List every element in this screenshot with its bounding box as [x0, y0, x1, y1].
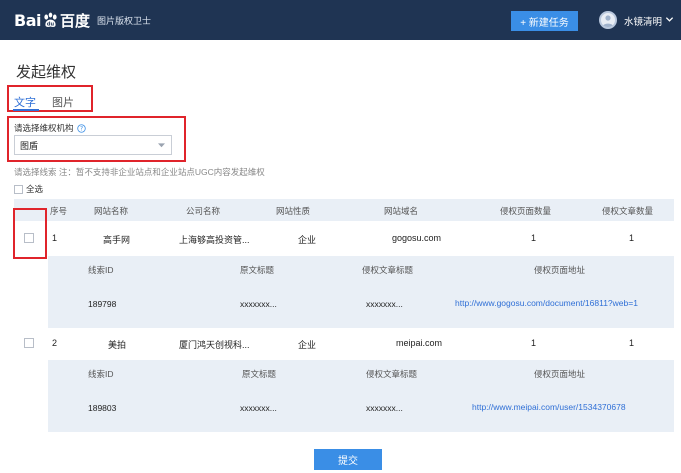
svg-text:du: du [47, 21, 55, 27]
row-checkbox[interactable] [24, 338, 34, 348]
page-title: 发起维权 [16, 64, 77, 81]
row-domain: gogosu.com [392, 233, 442, 243]
submit-button[interactable]: 提交 [314, 449, 382, 470]
header-page-count: 侵权页面数量 [500, 206, 552, 216]
detail-header-clue-id: 线索ID [88, 265, 114, 275]
header-company: 公司名称 [186, 206, 221, 216]
paw-icon: du [44, 12, 57, 27]
user-avatar-icon [602, 15, 614, 27]
row-detail: 线索ID 原文标题 侵权文章标题 侵权页面地址 189803 xxxxxxx..… [48, 360, 674, 432]
chevron-down-icon[interactable] [665, 15, 674, 24]
detail-original-title: xxxxxxx... [240, 403, 277, 413]
row-site-name: 高手网 [103, 235, 131, 245]
detail-clue-id: 189798 [88, 299, 117, 309]
select-all-label: 全选 [26, 184, 44, 194]
row-page-count: 1 [531, 338, 537, 348]
logo-text-bai: Bai [14, 10, 41, 30]
row-nature: 企业 [298, 340, 317, 350]
header-domain: 网站域名 [384, 206, 419, 216]
row-detail: 线索ID 原文标题 侵权文章标题 侵权页面地址 189798 xxxxxxx..… [48, 256, 674, 328]
org-select[interactable]: 图盾 [14, 135, 172, 155]
header-article-count: 侵权文章数量 [602, 206, 654, 216]
baidu-logo[interactable]: Bai du 百度 图片版权卫士 [14, 9, 151, 31]
svg-text:?: ? [79, 126, 82, 132]
detail-header-original-title: 原文标题 [240, 265, 275, 275]
table-header: 序号 网站名称 公司名称 网站性质 网站域名 侵权页面数量 侵权文章数量 [14, 199, 674, 221]
detail-header-infringing-title: 侵权文章标题 [362, 265, 414, 275]
tab-text[interactable]: 文字 [14, 94, 36, 110]
top-header: Bai du 百度 图片版权卫士 + 新建任务 水镜清明 [0, 0, 681, 40]
detail-header-url: 侵权页面地址 [534, 369, 586, 379]
org-label-text: 请选择维权机构 [14, 123, 74, 133]
header-nature: 网站性质 [276, 206, 311, 216]
header-site-name: 网站名称 [94, 206, 129, 216]
detail-header-original-title: 原文标题 [242, 369, 277, 379]
row-domain: meipai.com [396, 338, 443, 348]
header-index: 序号 [50, 206, 68, 216]
avatar[interactable] [599, 11, 617, 29]
detail-original-title: xxxxxxx... [240, 299, 277, 309]
row-site-name: 美拍 [108, 340, 127, 350]
caret-down-icon [158, 143, 165, 148]
active-tab-underline [13, 109, 39, 111]
detail-url-link[interactable]: http://www.gogosu.com/document/16811?web… [455, 298, 638, 308]
row-index: 2 [52, 338, 58, 348]
detail-header-url: 侵权页面地址 [534, 265, 586, 275]
row-index: 1 [52, 233, 58, 243]
detail-header-infringing-title: 侵权文章标题 [366, 369, 418, 379]
row-article-count: 1 [629, 233, 635, 243]
logo-text-du: 百度 [59, 12, 90, 30]
app-name: 图片版权卫士 [97, 15, 152, 26]
table-row[interactable]: 2 美拍 厦门鸿天创视科... 企业 meipai.com 1 1 [14, 328, 674, 358]
select-all-checkbox[interactable] [14, 184, 23, 194]
tab-image[interactable]: 图片 [52, 94, 74, 110]
row-nature: 企业 [298, 235, 317, 245]
row-page-count: 1 [531, 233, 537, 243]
row-checkbox[interactable] [24, 233, 34, 243]
org-label: 请选择维权机构 ? [14, 122, 86, 134]
row-article-count: 1 [629, 338, 635, 348]
select-all[interactable]: 全选 [14, 183, 43, 195]
detail-url-link[interactable]: http://www.meipai.com/user/1534370678 [472, 402, 626, 412]
new-task-button[interactable]: + 新建任务 [511, 11, 578, 31]
clue-hint: 请选择线索 注：暂不支持非企业站点和企业站点UGC内容发起维权 [14, 167, 265, 177]
row-company: 上海够高投资管... [179, 235, 250, 245]
help-icon[interactable]: ? [76, 123, 86, 133]
table-row[interactable]: 1 高手网 上海够高投资管... 企业 gogosu.com 1 1 [14, 223, 674, 253]
org-select-value: 图盾 [20, 140, 39, 151]
detail-clue-id: 189803 [88, 403, 117, 413]
row-company: 厦门鸿天创视科... [179, 340, 250, 350]
username[interactable]: 水镜清明 [624, 14, 662, 28]
detail-infringing-title: xxxxxxx... [366, 299, 403, 309]
detail-infringing-title: xxxxxxx... [366, 403, 403, 413]
detail-header-clue-id: 线索ID [88, 369, 114, 379]
